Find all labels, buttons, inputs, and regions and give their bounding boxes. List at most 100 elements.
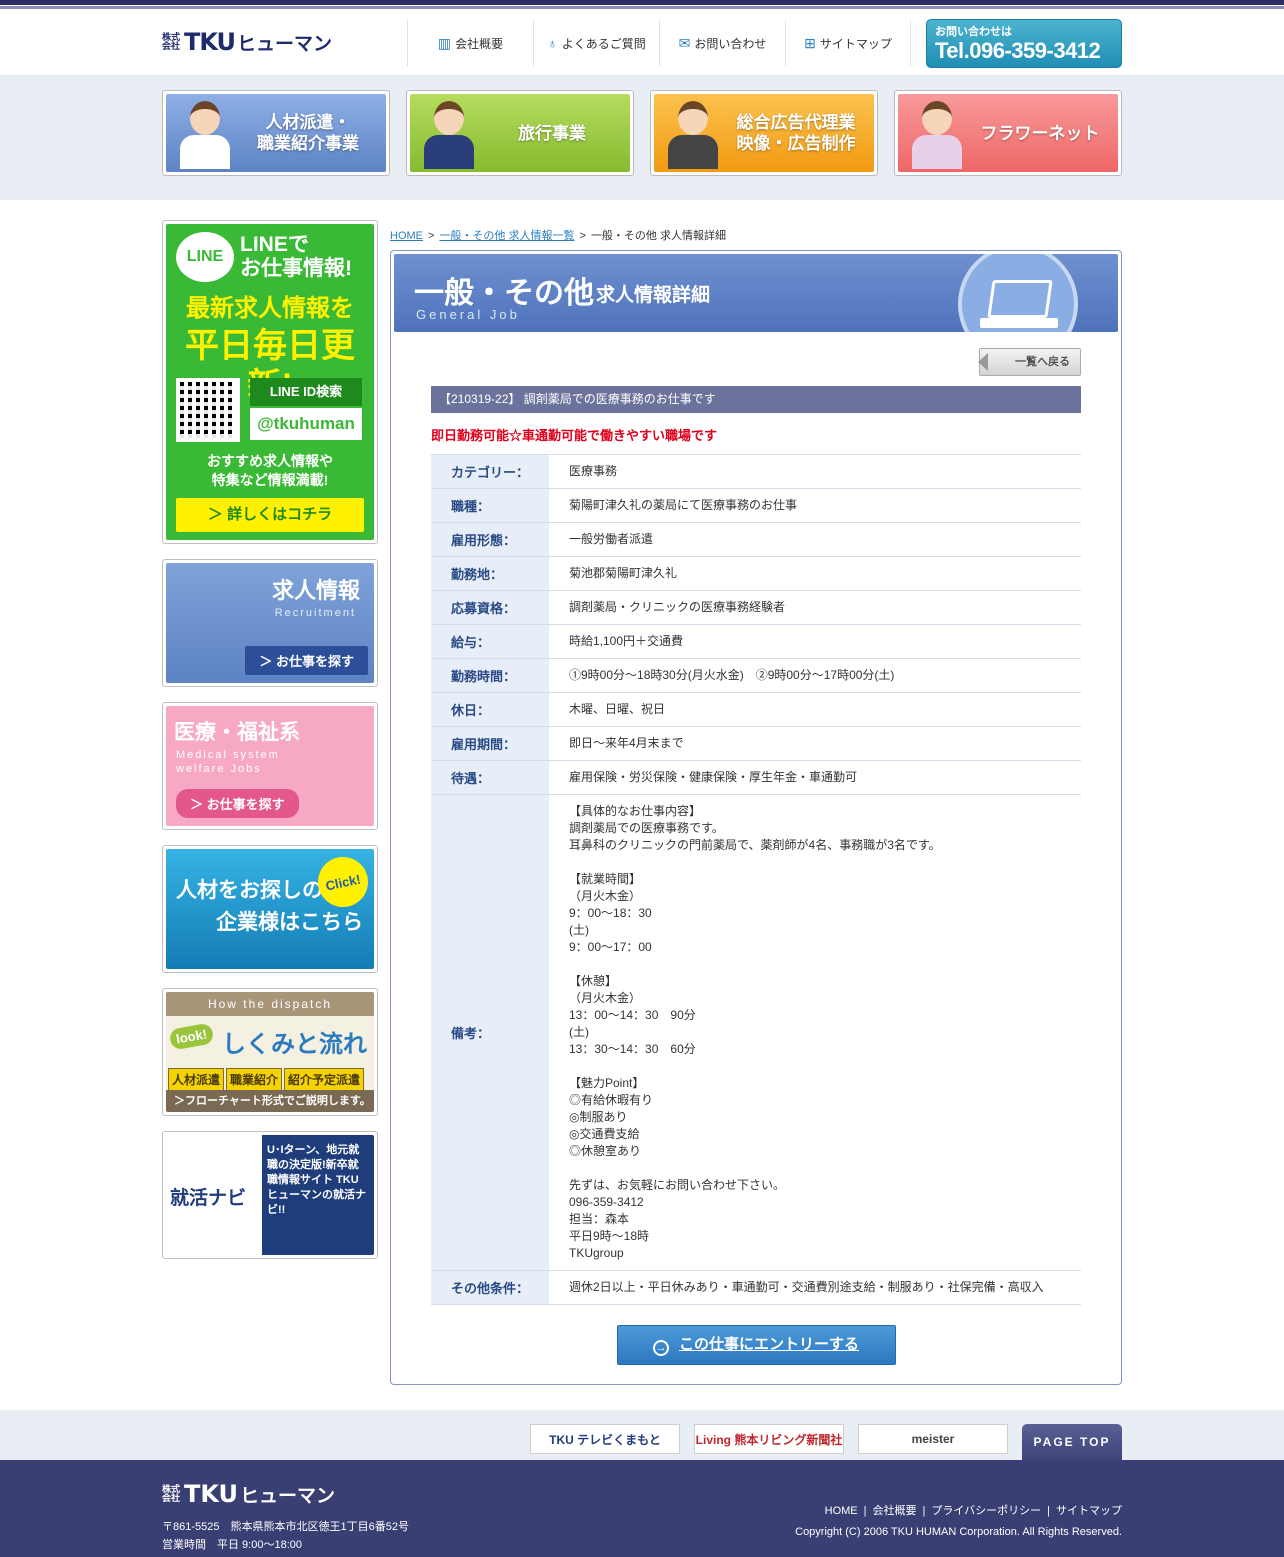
table-row: 備考： 【具体的なお仕事内容】 調剤薬局での医療事務です。 耳鼻科のクリニックの門… — [431, 794, 1081, 1271]
tel-banner[interactable]: お問い合わせは Tel.096-359-3412 — [926, 19, 1122, 68]
site-logo[interactable]: 株式会社 TKU ヒューマン — [162, 28, 333, 56]
footer-links: HOME | 会社概要 | プライバシーポリシー | サイトマップ — [825, 1502, 1122, 1518]
building-icon: ▥ — [437, 34, 452, 51]
recruit-banner[interactable]: 求人情報 Recruitment ＞ お仕事を探す — [162, 559, 378, 687]
how-tag: 人材派遣 — [168, 1068, 225, 1091]
line-title: お仕事情報! — [240, 257, 352, 280]
recruit-btn-label: お仕事を探す — [275, 654, 354, 669]
row-label: 休日： — [431, 692, 549, 727]
line-headline: 最新求人情報を — [186, 295, 354, 322]
nav-faq-label: よくあるご質問 — [561, 36, 646, 51]
table-row: 雇用形態： 一般労働者派遣 — [431, 522, 1081, 557]
table-row: 待遇： 雇用保険・労災保険・健康保険・厚生年金・車通勤可 — [431, 760, 1081, 795]
logo-kabushiki: 株式会社 — [162, 32, 181, 51]
business-label: フラワーネット — [980, 123, 1100, 143]
row-value: 調剤薬局・クリニックの医療事務経験者 — [549, 590, 1081, 625]
row-label: その他条件： — [431, 1270, 549, 1305]
business-advertising-banner[interactable]: 総合広告代理業 映像・広告制作 — [650, 90, 878, 176]
table-row: 給与： 時給1,100円＋交通費 — [431, 624, 1081, 659]
breadcrumb-current: 一般・その他 求人情報詳細 — [590, 230, 726, 242]
mail-icon: ✉ — [678, 34, 691, 51]
page-title: 一般・その他 — [414, 277, 594, 310]
row-label: カテゴリー： — [431, 454, 549, 489]
medical-search-button[interactable]: ＞ お仕事を探す — [176, 789, 299, 818]
how-foot: ＞フローチャート形式でご説明します。 — [166, 1090, 374, 1112]
row-label: 職種： — [431, 488, 549, 523]
row-value: 週休2日以上・平日休みあり・車通勤可・交通費別途支給・制服あり・社保完備・高収入 — [549, 1270, 1081, 1305]
footer-logo[interactable]: 株式会社 TKU ヒューマン — [162, 1480, 335, 1508]
qr-code-icon — [176, 378, 240, 442]
medical-banner[interactable]: 医療・福祉系 Medical system welfare Jobs ＞ お仕事を… — [162, 702, 378, 830]
partner-living[interactable]: Living 熊本リビング新聞社 — [694, 1424, 844, 1454]
line-logo-icon: LINE — [176, 232, 234, 282]
how-tag: 紹介予定派遣 — [284, 1068, 365, 1091]
business-travel-banner[interactable]: 旅行事業 — [406, 90, 634, 176]
footer-link-sitemap[interactable]: サイトマップ — [1056, 1505, 1122, 1517]
business-label: 総合広告代理業 — [736, 113, 856, 132]
laptop-icon — [958, 254, 1078, 332]
partner-logos: TKU テレビくまもと Living 熊本リビング新聞社 meister PAG… — [530, 1424, 1122, 1460]
nav-contact-label: お問い合わせ — [694, 36, 767, 51]
medical-sub: Medical system welfare Jobs — [176, 748, 280, 776]
breadcrumb: HOME > 一般・その他 求人情報一覧 > 一般・その他 求人情報詳細 — [390, 220, 1122, 242]
nav-company[interactable]: ▥ 会社概要 — [407, 20, 533, 66]
breadcrumb-home[interactable]: HOME — [390, 230, 423, 242]
line-more-button[interactable]: ＞ 詳しくはコチラ — [176, 498, 364, 532]
business-flower-banner[interactable]: フラワーネット — [894, 90, 1122, 176]
footer-address: 〒861-5525 熊本県熊本市北区徳王1丁目6番52号 — [162, 1521, 409, 1533]
table-row: カテゴリー： 医療事務 — [431, 454, 1081, 489]
footer-logo-human: ヒューマン — [240, 1485, 336, 1507]
line-banner[interactable]: LINELINEでお仕事情報! 最新求人情報を 平日毎日更新! LINE ID検… — [162, 220, 378, 544]
nav-company-label: 会社概要 — [455, 36, 504, 51]
table-row: 勤務時間： ①9時00分〜18時30分(月火水金) ②9時00分〜17時00分(土… — [431, 658, 1081, 693]
main-area: LINELINEでお仕事情報! 最新求人情報を 平日毎日更新! LINE ID検… — [162, 200, 1122, 1410]
row-label: 備考： — [431, 794, 549, 1271]
medical-sub-line: Medical system — [176, 749, 280, 761]
business-banners: 人材派遣・ 職業紹介事業 旅行事業 総合広告代理業 映像・広告制作 フラワーネット — [162, 90, 1122, 176]
sitemap-icon: ⊞ — [804, 34, 816, 51]
how-dispatch-banner[interactable]: How the dispatch look! しくみと流れ 人材派遣 職業紹介 紹介… — [162, 988, 378, 1116]
page-title-english: General Job — [416, 307, 520, 322]
how-foot-label: フローチャート形式でご説明します。 — [185, 1095, 371, 1107]
row-value: ①9時00分〜18時30分(月火水金) ②9時00分〜17時00分(土) — [549, 658, 1081, 693]
partner-label: TKU テレビくまもと — [549, 1432, 661, 1447]
partner-tku-tv[interactable]: TKU テレビくまもと — [530, 1424, 680, 1454]
how-tags: 人材派遣 職業紹介 紹介予定派遣 — [168, 1068, 365, 1091]
page-top-button[interactable]: PAGE TOP — [1022, 1424, 1122, 1460]
row-value: 【具体的なお仕事内容】 調剤薬局での医療事務です。 耳鼻科のクリニックの門前薬局… — [549, 794, 1081, 1271]
back-to-list-button[interactable]: 一覧へ戻る — [979, 348, 1081, 376]
recruit-search-button[interactable]: ＞ お仕事を探す — [245, 646, 368, 675]
medical-title: 医療・福祉系 — [174, 721, 300, 744]
how-title: How the dispatch — [166, 992, 374, 1016]
entry-button[interactable]: → この仕事にエントリーする — [616, 1325, 896, 1365]
footer-hours: 営業時間 平日 9:00～18:00 — [162, 1539, 302, 1551]
footer-link-home[interactable]: HOME — [825, 1505, 858, 1517]
footer-link-company[interactable]: 会社概要 — [873, 1505, 917, 1517]
partner-label: meister — [911, 1432, 955, 1446]
line-id-value: @tkuhuman — [250, 408, 362, 440]
business-staffing-banner[interactable]: 人材派遣・ 職業紹介事業 — [162, 90, 390, 176]
how-main: しくみと流れ — [222, 1031, 367, 1058]
line-desc: 特集など情報満載! — [211, 472, 329, 488]
table-row: 応募資格： 調剤薬局・クリニックの医療事務経験者 — [431, 590, 1081, 625]
nav-sitemap[interactable]: ⊞ サイトマップ — [785, 20, 911, 66]
shukatsu-navi-logo: 就活ナビ — [170, 1188, 247, 1209]
nav-faq[interactable]: ♁ よくあるご質問 — [533, 20, 659, 66]
business-label: 人材派遣・ — [265, 113, 351, 132]
shukatsu-navi-text: U･Iターン、地元就職の決定版!新卒就職情報サイト TKUヒューマンの就活ナビ!… — [262, 1135, 374, 1255]
table-row: 職種： 菊陽町津久礼の薬局にて医療事務のお仕事 — [431, 488, 1081, 523]
nav-contact[interactable]: ✉ お問い合わせ — [659, 20, 785, 66]
enterprise-banner[interactable]: 人材をお探しの 企業様はこちら Click! — [162, 845, 378, 973]
breadcrumb-list[interactable]: 一般・その他 求人情報一覧 — [439, 230, 574, 242]
table-row: 休日： 木曜、日曜、祝日 — [431, 692, 1081, 727]
sidebar: LINELINEでお仕事情報! 最新求人情報を 平日毎日更新! LINE ID検… — [162, 220, 378, 1274]
shukatsu-navi-banner[interactable]: 就活ナビ U･Iターン、地元就職の決定版!新卒就職情報サイト TKUヒューマンの… — [162, 1131, 378, 1259]
logo-human: ヒューマン — [237, 33, 333, 55]
row-value: 時給1,100円＋交通費 — [549, 624, 1081, 659]
business-label: 旅行事業 — [518, 123, 586, 143]
person-illustration — [910, 97, 962, 169]
content: HOME > 一般・その他 求人情報一覧 > 一般・その他 求人情報詳細 一般・その他 … — [390, 220, 1122, 1385]
partner-meister[interactable]: meister — [858, 1424, 1008, 1454]
footer-link-privacy[interactable]: プライバシーポリシー — [931, 1505, 1041, 1517]
table-row: その他条件： 週休2日以上・平日休みあり・車通勤可・交通費別途支給・制服あり・社保… — [431, 1270, 1081, 1305]
